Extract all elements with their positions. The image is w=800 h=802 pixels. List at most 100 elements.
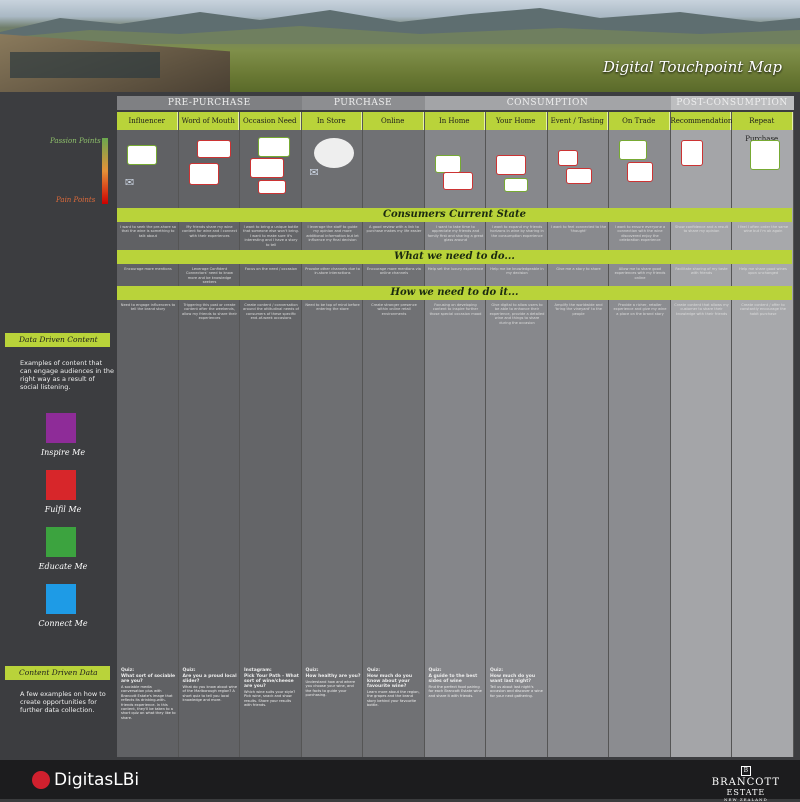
- quiz-card: Quiz: A guide to the best sides of wine Fi…: [429, 668, 484, 698]
- state-text: I feel I often order the same wine but I…: [737, 225, 789, 234]
- swatch-label: Inspire Me: [40, 448, 86, 457]
- swatch-1: [46, 470, 76, 500]
- swatch-3: [46, 584, 76, 614]
- column-header: On Trade: [609, 112, 670, 130]
- speech-bubble-icon: [313, 138, 354, 168]
- state-text: I want to ensure everyone a connection w…: [614, 225, 666, 243]
- state-text: I want to bring a unique bottle that som…: [243, 225, 299, 247]
- social-post-thumbnail: [496, 155, 526, 175]
- agency-name: DigitasLBi: [54, 770, 140, 790]
- sentiment-gradient: [102, 138, 108, 204]
- header-banner: Digital Touchpoint Map: [0, 0, 800, 92]
- how-text: Create stronger presence within online r…: [371, 303, 417, 316]
- social-post-thumbnail: [680, 140, 703, 166]
- need-text: Allow me to share good experiences with …: [614, 267, 666, 280]
- content-driven-description: A few examples on how to create opportun…: [20, 690, 106, 714]
- quiz-title: How healthy are you?: [305, 674, 361, 679]
- quiz-title: How much do you know about your favourit…: [367, 674, 413, 689]
- quiz-body: Learn more about the region, the grapes …: [367, 690, 420, 708]
- social-post-thumbnail: [750, 140, 780, 170]
- pain-points-label: Pain Points: [56, 196, 96, 204]
- twitter-bird-icon: ✉: [309, 166, 319, 179]
- social-post-thumbnail: [434, 155, 461, 173]
- social-post-thumbnail: [619, 140, 647, 160]
- mountain-backdrop: [0, 8, 800, 44]
- brancott-logo: B BRANCOTT ESTATE NEW ZEALAND: [712, 766, 780, 802]
- quiz-type: Quiz:: [367, 668, 380, 673]
- lion-icon: [32, 771, 50, 789]
- column-header: Online: [363, 112, 424, 130]
- banner-what-to-do: What we need to do...: [117, 250, 792, 264]
- need-text: Help set the luxury experience: [427, 267, 484, 271]
- need-text: Encourage more mentions: [124, 267, 172, 271]
- need-text: Help me share good wines upon unchanged: [739, 267, 787, 276]
- data-driven-description: Examples of content that can engage audi…: [20, 359, 114, 391]
- how-text: Amplify the worldwide and 'bring the vin…: [554, 303, 603, 316]
- social-post-thumbnail: [196, 140, 231, 158]
- how-text: Provide a richer, retailer experience an…: [613, 303, 667, 316]
- quiz-title: Pick Your Path - What sort of wine/chees…: [244, 674, 299, 689]
- quiz-body: Find the perfect food pairing for each B…: [428, 685, 482, 698]
- column-header: Word of Mouth: [178, 112, 239, 130]
- state-text: Show confidence and a result to share my…: [674, 225, 729, 234]
- state-text: I want to take time to appreciate my fri…: [427, 225, 484, 243]
- twitter-bird-icon: ✉: [125, 176, 135, 189]
- phase-header-row: PRE-PURCHASE PURCHASE CONSUMPTION POST-CONS…: [117, 96, 794, 110]
- passion-points-label: Passion Points: [50, 137, 101, 145]
- quiz-title: Are you a proud local slider?: [182, 674, 237, 684]
- quiz-type: Quiz:: [490, 668, 503, 673]
- how-text: Need to be top of mind before entering t…: [305, 303, 360, 312]
- how-text: Focusing on developing content to inspir…: [429, 303, 482, 316]
- quiz-card: Quiz: Are you a proud local slider? What d…: [183, 668, 238, 703]
- need-text: Encourage more mentions via online chann…: [367, 267, 421, 276]
- quiz-card: Instagram: Pick Your Path - What sort of …: [244, 668, 299, 708]
- social-post-thumbnail: [250, 158, 284, 178]
- quiz-card: Quiz: How much do you want last night? Tel…: [490, 668, 545, 698]
- column-header: Occasion Need: [240, 112, 301, 130]
- need-text: Provoke other channels due to in-store i…: [305, 267, 360, 276]
- need-text: Help me be knowledgeable in my decision: [490, 267, 544, 276]
- quiz-title: How much do you want last night?: [490, 674, 536, 684]
- quiz-type: Quiz:: [121, 668, 134, 673]
- swatch-label: Educate Me: [38, 562, 88, 571]
- content-driven-heading: Content Driven Data: [5, 666, 110, 680]
- quiz-card: Quiz: How much do you know about your fav…: [367, 668, 422, 708]
- phase-0: PRE-PURCHASE: [117, 96, 302, 110]
- quiz-body: What do you know about wine of the Marlb…: [182, 685, 238, 703]
- brand-name: BRANCOTT: [711, 777, 780, 788]
- how-text: Need to engage influencers to tell the b…: [120, 303, 176, 312]
- quiz-type: Quiz:: [182, 668, 196, 673]
- state-text: My friends share my wine content for win…: [182, 225, 237, 238]
- column-header: In Store: [301, 112, 362, 130]
- column-header: Recommendation: [670, 112, 732, 130]
- swatch-0: [46, 413, 76, 443]
- swatch-label: Fulfil Me: [44, 505, 82, 514]
- state-text: I want to expand my friends horizons in …: [490, 225, 544, 238]
- state-text: I want to feel connected to the 'thought…: [550, 225, 607, 234]
- social-post-thumbnail: [127, 145, 157, 165]
- quiz-body: Understand how and where you choose your…: [305, 680, 356, 698]
- quiz-body: Which wine suits your style? Pick wine, …: [244, 690, 296, 708]
- social-post-thumbnail: [565, 168, 592, 184]
- quiz-card: Quiz: What sort of sociable are you? A soc…: [121, 668, 176, 720]
- phase-2: CONSUMPTION: [424, 96, 671, 110]
- how-text: Triggering this post or create content a…: [181, 303, 237, 321]
- quiz-title: A guide to the best sides of wine: [428, 674, 478, 684]
- swatch-2: [46, 527, 76, 557]
- banner-how-to-do: How we need to do it...: [117, 286, 792, 300]
- column-header: Influencer: [117, 112, 178, 130]
- quiz-type: Instagram:: [244, 668, 272, 673]
- social-post-thumbnail: [258, 137, 290, 157]
- social-post-thumbnail: [442, 172, 473, 190]
- how-text: Create content that allows my customer t…: [674, 303, 729, 316]
- digitaslbi-logo: DigitasLBi: [32, 770, 139, 790]
- need-text: Leverage Confident Connectors' need to k…: [186, 267, 233, 285]
- column-header: Repeat Purchase: [732, 112, 793, 143]
- phase-1: PURCHASE: [301, 96, 425, 110]
- quiz-body: A sociable media conversation plus with …: [121, 685, 176, 720]
- page-title: Digital Touchpoint Map: [602, 58, 782, 76]
- social-post-thumbnail: [557, 150, 578, 166]
- banner-current-state: Consumers Current State: [117, 208, 792, 222]
- column-header: Event / Tasting: [547, 112, 608, 130]
- need-text: Facilitate sharing of my taste with frie…: [675, 267, 728, 276]
